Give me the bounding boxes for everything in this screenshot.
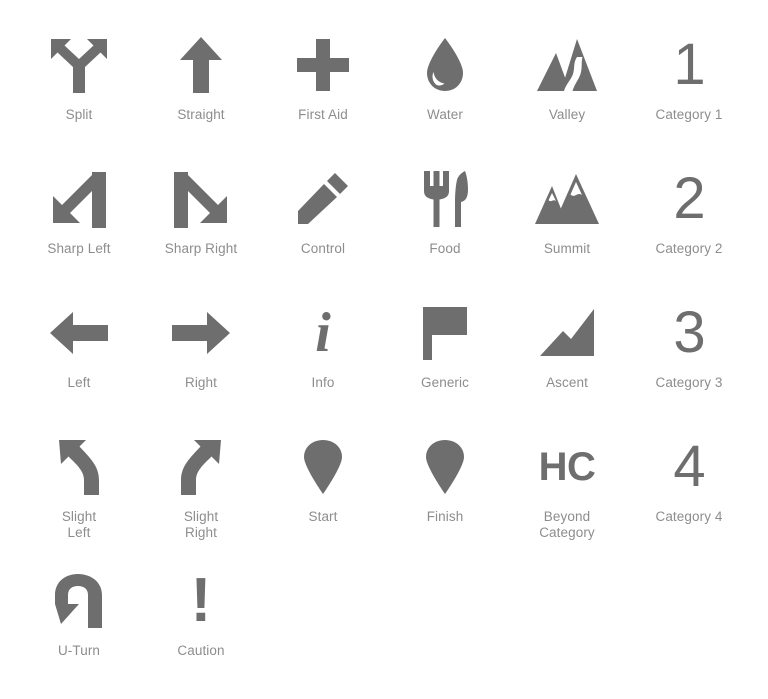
icon-label: Summit xyxy=(543,241,591,256)
icon-cell-sharp-right[interactable]: Sharp Right xyxy=(140,152,262,286)
icon-cell-generic[interactable]: Generic xyxy=(384,286,506,420)
icon-label: Left xyxy=(67,375,91,390)
flag-icon xyxy=(405,300,485,366)
icon-label: Control xyxy=(300,241,346,256)
right-arrow-icon xyxy=(161,300,241,366)
icon-label: Valley xyxy=(548,107,586,122)
valley-mountains-icon xyxy=(527,32,607,98)
icon-cell-category-4[interactable]: 4 Category 4 xyxy=(628,420,750,554)
split-icon xyxy=(39,32,119,98)
icon-label: Sharp Left xyxy=(47,241,111,256)
icon-cell-empty xyxy=(262,554,384,688)
info-i-glyph: i xyxy=(283,300,363,366)
map-pin-icon xyxy=(405,434,485,500)
icon-cell-empty xyxy=(384,554,506,688)
icon-cell-slight-left[interactable]: Slight Left xyxy=(18,420,140,554)
icon-cell-summit[interactable]: Summit xyxy=(506,152,628,286)
icon-label: Slight Right xyxy=(183,509,219,540)
icon-label: Food xyxy=(429,241,461,256)
number-1-glyph: 1 xyxy=(649,32,729,98)
fork-knife-icon xyxy=(405,166,485,232)
icon-label: Straight xyxy=(177,107,225,122)
icon-cell-split[interactable]: Split xyxy=(18,18,140,152)
icon-cell-beyond-category[interactable]: HC Beyond Category xyxy=(506,420,628,554)
icon-label: Sharp Right xyxy=(164,241,238,256)
number-text: 4 xyxy=(673,434,705,499)
icon-label: Split xyxy=(65,107,93,122)
sharp-left-arrow-icon xyxy=(39,166,119,232)
icon-cell-caution[interactable]: ! Caution xyxy=(140,554,262,688)
icon-cell-ascent[interactable]: Ascent xyxy=(506,286,628,420)
number-text: 1 xyxy=(673,32,705,97)
icon-cell-first-aid[interactable]: First Aid xyxy=(262,18,384,152)
icon-label: Slight Left xyxy=(61,509,97,540)
left-arrow-icon xyxy=(39,300,119,366)
icon-cell-slight-right[interactable]: Slight Right xyxy=(140,420,262,554)
icon-cell-finish[interactable]: Finish xyxy=(384,420,506,554)
u-turn-arrow-icon xyxy=(39,568,119,634)
icon-label: Start xyxy=(308,509,338,524)
icon-cell-straight[interactable]: Straight xyxy=(140,18,262,152)
number-text: 3 xyxy=(673,300,705,365)
icon-cell-empty xyxy=(506,554,628,688)
icon-cell-control[interactable]: Control xyxy=(262,152,384,286)
summit-mountains-icon xyxy=(527,166,607,232)
icon-label: Info xyxy=(311,375,335,390)
ascent-chart-icon xyxy=(527,300,607,366)
number-2-glyph: 2 xyxy=(649,166,729,232)
icon-cell-category-2[interactable]: 2 Category 2 xyxy=(628,152,750,286)
pencil-icon xyxy=(283,166,363,232)
map-pin-icon xyxy=(283,434,363,500)
icon-cell-food[interactable]: Food xyxy=(384,152,506,286)
icon-cell-valley[interactable]: Valley xyxy=(506,18,628,152)
icon-cell-category-1[interactable]: 1 Category 1 xyxy=(628,18,750,152)
icon-label: Category 3 xyxy=(655,375,723,390)
icon-label: Ascent xyxy=(546,375,588,390)
icon-label: Caution xyxy=(177,643,225,658)
slight-right-arrow-icon xyxy=(161,434,241,500)
exclamation-glyph: ! xyxy=(161,568,241,634)
slight-left-arrow-icon xyxy=(39,434,119,500)
icon-label: U-Turn xyxy=(57,643,101,658)
icon-label: Right xyxy=(184,375,217,390)
icon-label: Generic xyxy=(421,375,469,390)
icon-label: First Aid xyxy=(298,107,348,122)
icon-label: Water xyxy=(426,107,463,122)
icon-label: Beyond Category xyxy=(539,509,595,540)
hc-glyph: HC xyxy=(527,434,607,500)
icon-sheet: Split Straight First Aid Water Valley 1 … xyxy=(0,0,768,699)
icon-grid: Split Straight First Aid Water Valley 1 … xyxy=(18,18,750,688)
exclamation-text: ! xyxy=(190,566,212,635)
straight-arrow-icon xyxy=(161,32,241,98)
number-text: 2 xyxy=(673,166,705,231)
icon-cell-info[interactable]: i Info xyxy=(262,286,384,420)
hc-text: HC xyxy=(538,445,596,489)
icon-label: Category 2 xyxy=(655,241,723,256)
icon-cell-empty xyxy=(628,554,750,688)
icon-label: Category 1 xyxy=(655,107,723,122)
icon-label: Category 4 xyxy=(655,509,723,524)
info-text: i xyxy=(315,302,331,364)
icon-cell-left[interactable]: Left xyxy=(18,286,140,420)
cross-icon xyxy=(283,32,363,98)
icon-cell-sharp-left[interactable]: Sharp Left xyxy=(18,152,140,286)
icon-cell-water[interactable]: Water xyxy=(384,18,506,152)
icon-cell-u-turn[interactable]: U-Turn xyxy=(18,554,140,688)
icon-cell-start[interactable]: Start xyxy=(262,420,384,554)
water-droplet-icon xyxy=(405,32,485,98)
icon-cell-category-3[interactable]: 3 Category 3 xyxy=(628,286,750,420)
sharp-right-arrow-icon xyxy=(161,166,241,232)
number-4-glyph: 4 xyxy=(649,434,729,500)
icon-label: Finish xyxy=(426,509,464,524)
number-3-glyph: 3 xyxy=(649,300,729,366)
icon-cell-right[interactable]: Right xyxy=(140,286,262,420)
